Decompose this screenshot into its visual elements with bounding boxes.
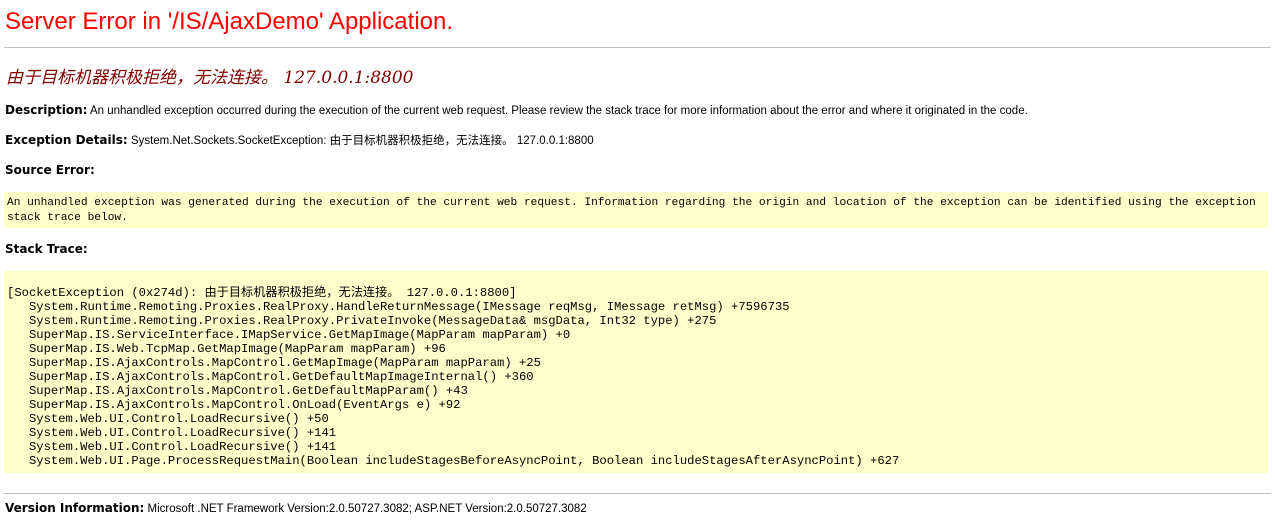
version-info-label: Version Information: <box>5 501 145 515</box>
source-error-box: An unhandled exception was generated dur… <box>4 192 1268 228</box>
description-section: Description: An unhandled exception occu… <box>5 102 1271 119</box>
error-message: 由于目标机器积极拒绝，无法连接。 127.0.0.1:8800 <box>6 68 414 88</box>
version-divider <box>4 493 1271 494</box>
error-page: Server Error in '/IS/AjaxDemo' Applicati… <box>4 7 1271 517</box>
description-text: An unhandled exception occurred during t… <box>89 105 1028 117</box>
description-label: Description: <box>5 103 88 117</box>
exception-details-section: Exception Details: System.Net.Sockets.So… <box>5 132 1271 149</box>
exception-details-label: Exception Details: <box>5 133 128 147</box>
source-error-text: An unhandled exception was generated dur… <box>7 197 1263 224</box>
page-title: Server Error in '/IS/AjaxDemo' Applicati… <box>5 8 454 35</box>
exception-details-text: System.Net.Sockets.SocketException: 由于目标… <box>130 135 594 147</box>
stack-trace-box: [SocketException (0x274d): 由于目标机器积极拒绝，无法… <box>4 271 1268 473</box>
stack-trace-text: [SocketException (0x274d): 由于目标机器积极拒绝，无法… <box>7 286 900 468</box>
stack-trace-label: Stack Trace: <box>5 242 88 256</box>
title-divider <box>4 47 1271 48</box>
version-info-section: Version Information: Microsoft .NET Fram… <box>5 500 1271 517</box>
source-error-label: Source Error: <box>5 163 95 177</box>
version-info-text: Microsoft .NET Framework Version:2.0.507… <box>147 503 587 515</box>
